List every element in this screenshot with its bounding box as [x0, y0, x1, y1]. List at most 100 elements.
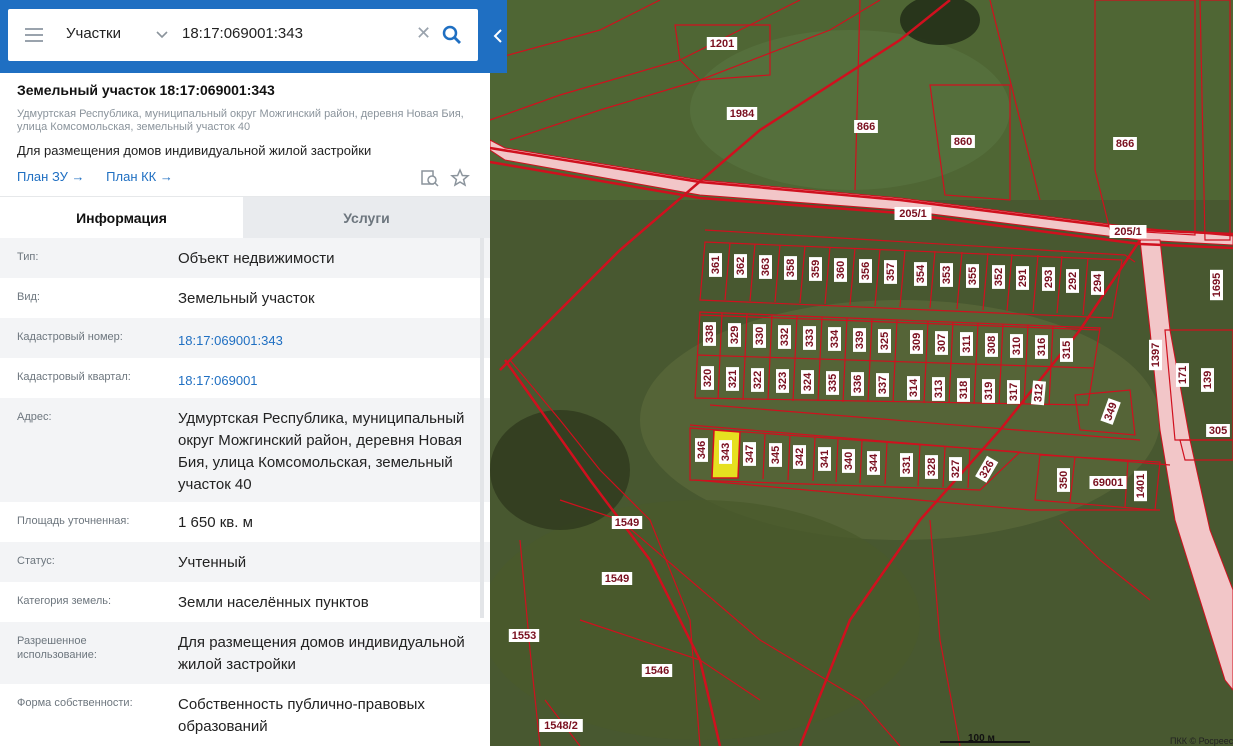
search-icon[interactable]: [442, 25, 462, 45]
parcel-label-text: 347: [744, 445, 756, 463]
parcel-label: 347: [743, 442, 756, 466]
cadastral-quarter-link[interactable]: 18:17:069001: [178, 370, 478, 392]
field-patch: [480, 500, 920, 740]
parcel-label-text: 329: [729, 326, 741, 344]
row-ownership: Форма собственности: Собственность публи…: [0, 684, 490, 746]
parcel-label-text: 332: [779, 328, 791, 346]
parcel-label: 311: [960, 332, 973, 356]
parcel-label: 1553: [508, 629, 540, 642]
parcel-label-text: 321: [727, 370, 739, 388]
plan-kk-link[interactable]: План КК →: [106, 169, 173, 184]
row-kind: Вид: Земельный участок: [0, 278, 490, 318]
parcel-label: 341: [818, 447, 831, 471]
parcel-label-text: 318: [958, 381, 970, 399]
parcel-label: 1548/2: [539, 719, 583, 732]
parcel-label: 330: [753, 324, 766, 348]
parcel-label-text: 311: [961, 335, 973, 353]
parcel-label-text: 1984: [730, 108, 755, 120]
row-label: Статус:: [17, 555, 55, 567]
parcel-label-text: 359: [810, 260, 822, 278]
parcel-label: 363: [759, 255, 772, 279]
row-value: Для размещения домов индивидуальной жило…: [178, 634, 465, 673]
parcel-label: 1549: [611, 516, 643, 529]
parcel-label-text: 354: [915, 264, 927, 283]
layer-select[interactable]: Участки: [66, 25, 121, 42]
plan-zu-link[interactable]: План ЗУ →: [17, 169, 85, 184]
tab-bar: Информация Услуги: [0, 196, 490, 239]
parcel-label: 340: [842, 449, 855, 473]
chevron-down-icon[interactable]: [156, 29, 168, 41]
parcel-label: 293: [1042, 267, 1055, 291]
parcel-label-text: 341: [819, 450, 831, 468]
search-input[interactable]: 18:17:069001:343: [182, 25, 303, 42]
parcel-label: 314: [907, 376, 920, 400]
parcel-label-text: 1549: [615, 517, 639, 529]
parcel-label-text: 330: [754, 327, 766, 345]
parcel-label: 1201: [706, 37, 738, 50]
parcel-label: 860: [951, 135, 975, 148]
row-label: Категория земель:: [17, 595, 112, 607]
parcel-label: 334: [828, 327, 841, 351]
parcel-label-text: 1401: [1135, 474, 1147, 498]
parcel-address: Удмуртская Республика, муниципальный окр…: [17, 108, 464, 133]
parcel-label: 291: [1016, 266, 1029, 290]
parcel-label-text: 340: [843, 452, 855, 470]
parcel-label-text: 1549: [605, 573, 629, 585]
parcel-label: 294: [1091, 271, 1104, 295]
tab-services[interactable]: Услуги: [243, 197, 490, 239]
parcel-label: 1546: [641, 664, 673, 677]
favorite-star-icon[interactable]: [450, 168, 470, 188]
parcel-label-text: 345: [770, 446, 782, 464]
row-cadastral-number: Кадастровый номер: 18:17:069001:343: [0, 318, 490, 358]
cadastral-number-link[interactable]: 18:17:069001:343: [178, 330, 478, 352]
parcel-label: 332: [778, 325, 791, 349]
parcel-label: 337: [876, 373, 889, 397]
parcel-label: 346: [695, 438, 708, 462]
parcel-label-text: 362: [735, 257, 747, 275]
parcel-label-text: 317: [1008, 383, 1020, 401]
parcel-label: 354: [914, 262, 927, 286]
scrollbar[interactable]: [480, 238, 484, 618]
parcel-label: 313: [932, 377, 945, 401]
parcel-label-text: 305: [1209, 425, 1227, 437]
info-table: Тип: Объект недвижимости Вид: Земельный …: [0, 238, 490, 746]
parcel-label: 325: [878, 329, 891, 353]
parcel-label: 353: [940, 263, 953, 287]
parcel-label-text: 307: [936, 334, 948, 352]
parcel-label: 358: [784, 256, 797, 280]
parcel-title: Земельный участок 18:17:069001:343: [17, 82, 275, 98]
parcel-label: 205/1: [1109, 225, 1147, 238]
parcel-label-text: 335: [827, 374, 839, 392]
row-label: Площадь уточненная:: [17, 515, 130, 527]
plan-links: План ЗУ → План КК →: [17, 169, 191, 184]
row-value: Собственность публично-правовых образова…: [178, 696, 425, 735]
parcel-label: 344: [867, 451, 880, 475]
parcel-label: 327: [949, 457, 962, 481]
parcel-label: 357: [884, 260, 897, 284]
parcel-label-text: 69001: [1093, 477, 1124, 489]
search-box: Участки 18:17:069001:343 ✕: [8, 9, 478, 61]
row-area: Площадь уточненная: 1 650 кв. м: [0, 502, 490, 542]
row-land-category: Категория земель: Земли населённых пункт…: [0, 582, 490, 622]
menu-icon[interactable]: [25, 28, 43, 42]
parcel-label-text: 1695: [1211, 273, 1223, 297]
close-icon[interactable]: ✕: [416, 23, 431, 44]
parcel-label: 1549: [601, 572, 633, 585]
parcel-label-text: 319: [983, 382, 995, 400]
copyright-label: ПКК © Росреестр: [1170, 736, 1233, 746]
tab-info[interactable]: Информация: [0, 197, 243, 239]
parcel-label: 171: [1176, 363, 1189, 387]
parcel-label: 329: [728, 323, 741, 347]
parcel-label-text: 346: [696, 441, 708, 459]
find-on-map-icon[interactable]: [420, 168, 440, 188]
parcel-label-text: 1548/2: [544, 720, 578, 732]
collapse-panel-button[interactable]: [490, 0, 507, 73]
parcel-label: 343: [719, 440, 732, 464]
parcel-label-text: 312: [1032, 383, 1046, 402]
row-value: 1 650 кв. м: [178, 514, 253, 531]
parcel-label: 318: [957, 378, 970, 402]
row-value: Объект недвижимости: [178, 250, 335, 267]
parcel-label-text: 334: [829, 329, 841, 348]
parcel-label-text: 139: [1202, 371, 1214, 389]
parcel-label-text: 292: [1067, 272, 1079, 290]
